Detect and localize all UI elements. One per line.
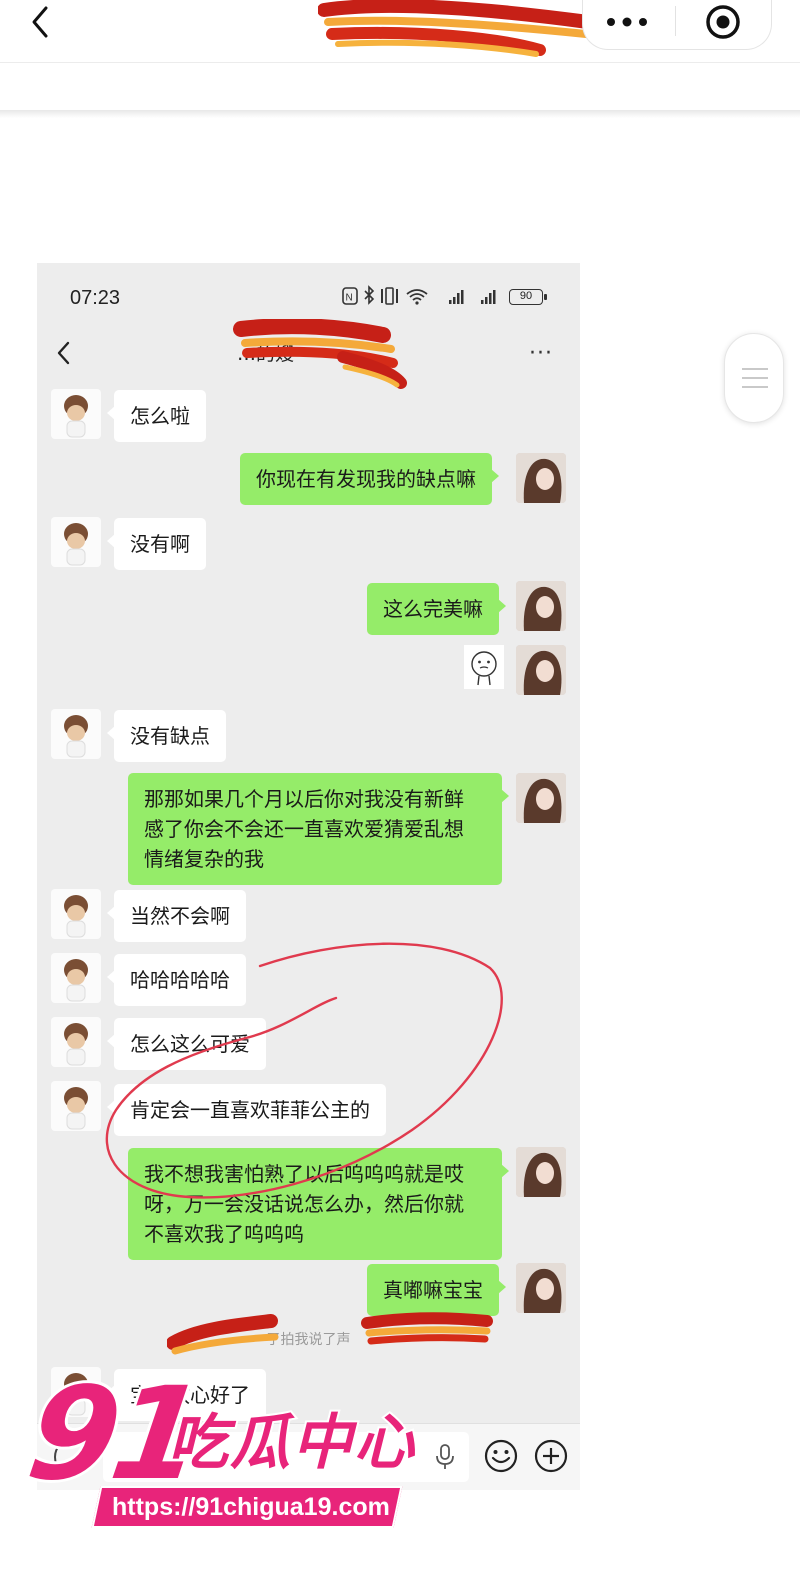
screenshot-page: 07:23 N 90 …的嫂 ··· 怎么啦 你现在有发现我的缺点嘛 没有啊 这… [0,0,800,1585]
message-bubble[interactable]: 你现在有发现我的缺点嘛 [240,453,499,505]
chat-back-icon[interactable] [54,339,74,367]
message-bubble[interactable]: 哈哈哈哈哈 [107,954,246,1006]
avatar[interactable] [516,453,566,503]
svg-text:N: N [346,293,353,304]
avatar[interactable] [51,1081,101,1131]
system-message: 了拍我说了声 [266,1332,351,1348]
message-bubble[interactable]: 这么完美嘛 [367,583,506,635]
message-bubble[interactable]: 怎么啦 [107,390,206,442]
chat-more-icon[interactable]: ··· [529,341,553,366]
avatar[interactable] [51,709,101,759]
plus-icon[interactable] [533,1438,569,1474]
header-shadow [0,110,800,118]
message-bubble[interactable]: 怎么这么可爱 [107,1018,266,1070]
sticker-icon[interactable] [464,645,504,689]
handle-line [742,386,768,388]
message-bubble[interactable]: 没有缺点 [107,710,226,762]
divider [0,62,800,63]
chat-title: …的嫂 [237,343,295,365]
message-bubble[interactable]: 没有啊 [107,518,206,570]
message-bubble[interactable]: 肯定会一直喜欢菲菲公主的 [107,1084,386,1136]
avatar[interactable] [516,1263,566,1313]
avatar[interactable] [51,889,101,939]
handle-line [742,377,768,379]
watermark-logo-name: 吃瓜中心 [166,1406,416,1480]
microphone-icon[interactable] [435,1442,455,1472]
capsule-separator [675,6,676,36]
message-bubble[interactable]: 当然不会啊 [107,890,246,942]
redaction-scribble [318,0,595,57]
message-bubble[interactable]: 那那如果几个月以后你对我没有新鲜 感了你会不会还一直喜欢爱猜爱乱想 情绪复杂的我 [128,773,509,885]
more-dots-icon[interactable] [601,10,655,34]
chevron-left-icon[interactable] [24,2,60,42]
target-icon[interactable] [703,2,743,42]
avatar[interactable] [51,953,101,1003]
message-bubble[interactable]: 我不想我害怕熟了以后呜呜呜就是哎 呀，万一会没话说怎么办，然后你就 不喜欢我了呜… [128,1148,509,1260]
message-bubble[interactable]: 真嘟嘛宝宝 [367,1264,506,1316]
avatar[interactable] [51,1017,101,1067]
watermark-url: https://91chigua19.com [112,1493,390,1521]
avatar[interactable] [516,1147,566,1197]
battery-indicator: 90 [509,289,547,305]
avatar[interactable] [516,773,566,823]
outer-top-bar [0,0,800,62]
avatar[interactable] [51,389,101,439]
emoji-icon[interactable] [483,1438,519,1474]
mini-program-capsule [582,0,772,50]
side-menu-handle[interactable] [724,333,784,423]
avatar[interactable] [516,581,566,631]
handle-line [742,368,768,370]
chat-screenshot: 07:23 N 90 …的嫂 ··· 怎么啦 你现在有发现我的缺点嘛 没有啊 这… [37,263,580,1490]
avatar[interactable] [51,517,101,567]
avatar[interactable] [516,645,566,695]
status-time: 07:23 [70,287,121,309]
